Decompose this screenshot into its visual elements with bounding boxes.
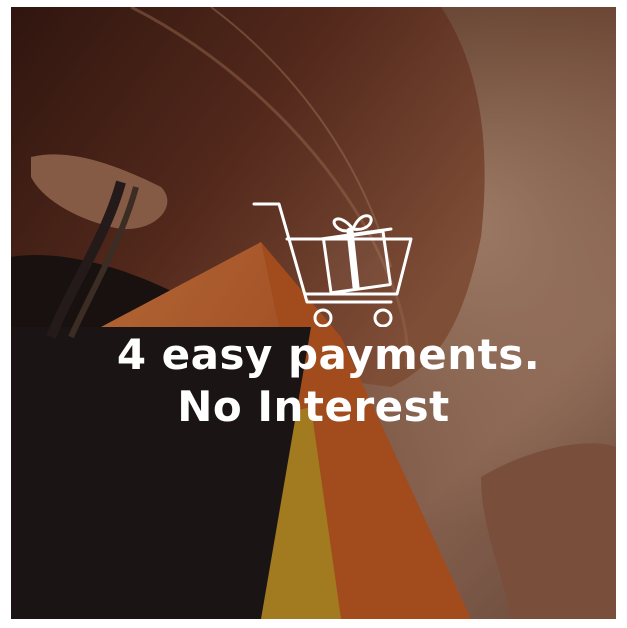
headline-line-1: 4 easy payments. xyxy=(116,330,541,379)
promo-banner: 4 easy payments. No Interest xyxy=(11,7,616,619)
promo-headline: 4 easy payments. No Interest xyxy=(11,329,616,433)
shopping-cart-with-gift-icon xyxy=(252,202,413,327)
headline-line-2: No Interest xyxy=(177,382,450,431)
